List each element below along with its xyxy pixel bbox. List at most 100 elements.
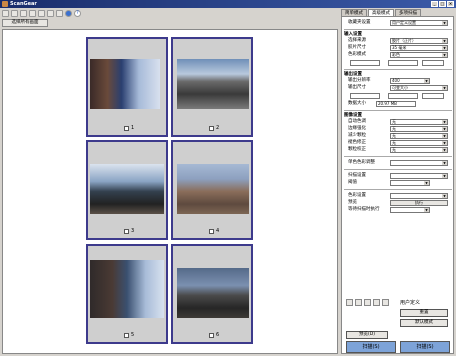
unit-dropdown[interactable] xyxy=(422,60,444,66)
fading-correction-dropdown[interactable]: 无 xyxy=(390,140,448,146)
mid-row: 色彩设置 xyxy=(346,193,450,199)
add-preset-icon[interactable] xyxy=(346,299,353,306)
info-icon[interactable] xyxy=(65,10,72,17)
favorite-dropdown[interactable]: 用户定义设置 xyxy=(390,20,448,26)
divider xyxy=(344,69,452,70)
zoom-in-icon[interactable] xyxy=(355,299,362,306)
favorite-settings-row: 收藏夹设置 用户定义设置 xyxy=(346,20,450,26)
checkbox-icon xyxy=(209,228,214,234)
settings-panel: 简单模式 高级模式 多项扫描 收藏夹设置 用户定义设置 输入设置 选择来源 胶片… xyxy=(341,9,454,354)
zoom-icon[interactable] xyxy=(56,10,63,17)
mono-adjust-dropdown[interactable] xyxy=(390,160,448,166)
mid-row-label: 单色色彩调整 xyxy=(348,160,375,165)
image-row: 边缘强化 无 xyxy=(346,126,450,132)
advanced-mode-panel: 收藏夹设置 用户定义设置 输入设置 选择来源 胶片（正片） 胶片尺寸 35 毫米… xyxy=(341,16,454,354)
frame-number: 4 xyxy=(216,228,220,234)
input-row: 色彩模式 彩色 xyxy=(346,52,450,58)
preview-execute-button[interactable]: 执行 xyxy=(390,200,448,206)
film-size-dropdown[interactable]: 35 毫米 xyxy=(390,45,448,51)
tab-multi-scan[interactable]: 多项扫描 xyxy=(395,9,421,16)
select-all-frames-button[interactable]: 选择所有画面 xyxy=(2,19,48,27)
image-row: 自动色调 无 xyxy=(346,119,450,125)
frame-number: 5 xyxy=(131,332,135,338)
threshold-dropdown[interactable] xyxy=(390,180,430,186)
grain-correction-dropdown[interactable]: 无 xyxy=(390,147,448,153)
width-field[interactable] xyxy=(350,60,380,66)
checkbox-icon xyxy=(124,228,129,234)
scan-button[interactable]: 扫描(S) xyxy=(400,341,450,353)
zoom-out-icon[interactable] xyxy=(364,299,371,306)
color-mode-dropdown[interactable]: 彩色 xyxy=(390,52,448,58)
mid-row-label: 阈值 xyxy=(348,180,357,185)
input-row: 胶片尺寸 35 毫米 xyxy=(346,45,450,51)
preview-area: 1 2 3 4 5 6 xyxy=(2,29,338,354)
delete-icon[interactable] xyxy=(47,10,54,17)
default-mode-button[interactable]: 默认模式 xyxy=(400,319,448,327)
data-size-value: 20.97 MB xyxy=(376,101,416,107)
film-frame-2[interactable]: 2 xyxy=(171,37,253,137)
frame-3-image xyxy=(90,164,164,214)
divider xyxy=(344,156,452,157)
frame-2-checkbox[interactable]: 2 xyxy=(209,125,219,131)
frame-6-checkbox[interactable]: 6 xyxy=(209,332,219,338)
crop-icon[interactable] xyxy=(20,10,27,17)
mid-row-label: 预览 xyxy=(348,200,357,205)
image-row-label: 自动色调 xyxy=(348,119,366,124)
maximize-button[interactable]: □ xyxy=(439,1,446,7)
toolbar: ? xyxy=(2,9,81,18)
divider xyxy=(344,169,452,170)
tone-curve-icon[interactable] xyxy=(382,299,389,306)
scangear-window: ScanGear _ □ × ? 选择所有画面 1 2 3 4 5 6 简单模式… xyxy=(0,0,456,356)
image-row: 颗粒校正 无 xyxy=(346,147,450,153)
film-frame-3[interactable]: 3 xyxy=(86,140,168,240)
output-unit-dropdown[interactable] xyxy=(422,93,444,99)
tab-advanced-mode[interactable]: 高级模式 xyxy=(368,9,394,16)
preview-button[interactable]: 预览(D) xyxy=(346,331,388,339)
frame-3-checkbox[interactable]: 3 xyxy=(124,228,134,234)
frame-4-checkbox[interactable]: 4 xyxy=(209,228,219,234)
film-frame-5[interactable]: 5 xyxy=(86,244,168,344)
frame-icon[interactable] xyxy=(38,10,45,17)
frame-5-checkbox[interactable]: 5 xyxy=(124,332,134,338)
rotate-left-icon[interactable] xyxy=(2,10,9,17)
output-width-field[interactable] xyxy=(350,93,380,99)
divider xyxy=(344,110,452,111)
histogram-icon[interactable] xyxy=(373,299,380,306)
auto-tone-dropdown[interactable]: 无 xyxy=(390,119,448,125)
scan-wait-dropdown[interactable] xyxy=(390,207,430,213)
mid-row: 扫描设置 xyxy=(346,173,450,179)
reset-button[interactable]: 重置 xyxy=(400,309,448,317)
unsharp-dropdown[interactable]: 无 xyxy=(390,126,448,132)
frame-number: 3 xyxy=(131,228,135,234)
close-button[interactable]: × xyxy=(447,1,454,7)
frame-1-image xyxy=(90,59,160,109)
help-icon[interactable]: ? xyxy=(74,10,81,17)
minimize-button[interactable]: _ xyxy=(431,1,438,7)
input-row-label: 选择来源 xyxy=(348,38,366,43)
frame-1-checkbox[interactable]: 1 xyxy=(124,125,134,131)
zoom-button[interactable]: 扫描(S) xyxy=(346,341,396,353)
film-frame-4[interactable]: 4 xyxy=(171,140,253,240)
output-row-label: 输出尺寸 xyxy=(348,85,366,90)
grain-reduction-dropdown[interactable]: 无 xyxy=(390,133,448,139)
rotate-right-icon[interactable] xyxy=(11,10,18,17)
image-row-label: 褪色修正 xyxy=(348,140,366,145)
scan-settings-dropdown[interactable] xyxy=(390,173,448,179)
film-frame-1[interactable]: 1 xyxy=(86,37,168,137)
mirror-icon[interactable] xyxy=(29,10,36,17)
preset-dropdown[interactable]: 用户定义 xyxy=(400,299,448,306)
tab-basic-mode[interactable]: 简单模式 xyxy=(341,9,367,16)
output-row: 输出尺寸 可变大小 xyxy=(346,85,450,91)
frame-number: 1 xyxy=(131,125,135,131)
output-settings-heading: 输出设置 xyxy=(344,72,362,77)
output-height-field[interactable] xyxy=(388,93,418,99)
input-row-label: 胶片尺寸 xyxy=(348,45,366,50)
mid-row: 阈值 xyxy=(346,180,450,186)
select-source-dropdown[interactable]: 胶片（正片） xyxy=(390,38,448,44)
color-settings-dropdown[interactable] xyxy=(390,193,448,199)
height-field[interactable] xyxy=(388,60,418,66)
image-row-label: 颗粒校正 xyxy=(348,147,366,152)
output-resolution-dropdown[interactable]: 400 xyxy=(390,78,430,84)
film-frame-6[interactable]: 6 xyxy=(171,244,253,344)
output-size-dropdown[interactable]: 可变大小 xyxy=(390,85,448,91)
